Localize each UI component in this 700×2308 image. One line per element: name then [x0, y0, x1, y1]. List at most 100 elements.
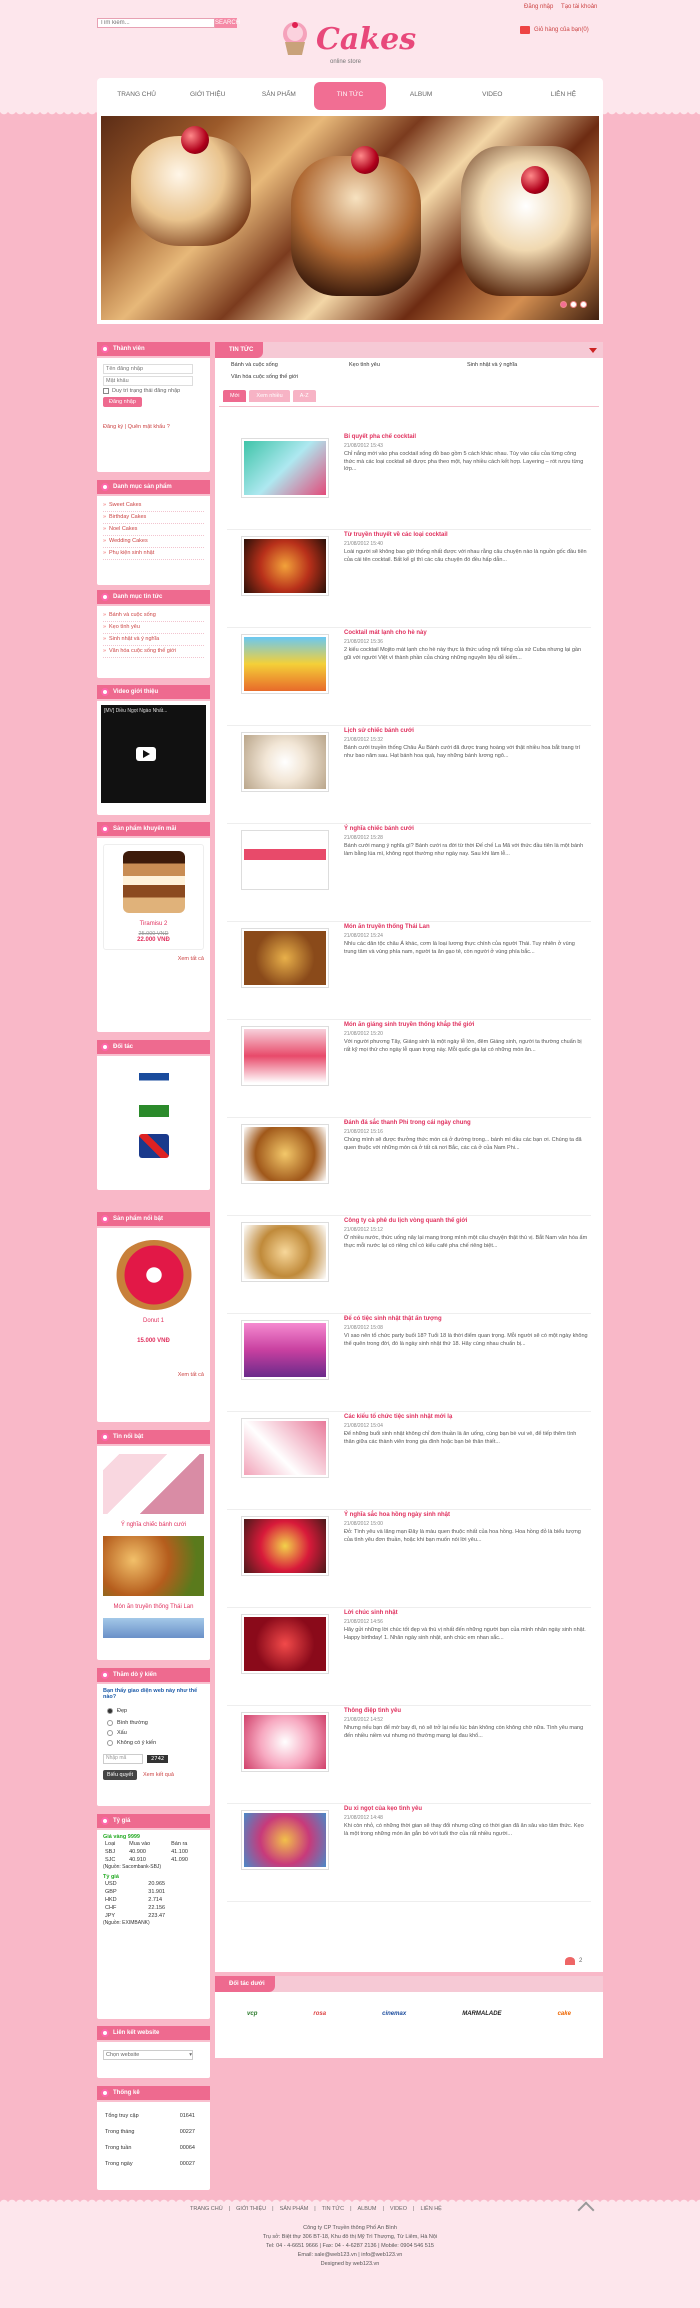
nav-video[interactable]: VIDEO [457, 80, 528, 112]
nav-news[interactable]: TIN TỨC [314, 82, 386, 110]
article-thumbnail[interactable] [241, 928, 329, 988]
captcha-input[interactable]: Nhập mã [103, 1754, 143, 1764]
partner-logo[interactable] [138, 1066, 169, 1090]
article-title[interactable]: Đánh đá sắc thanh Phi trong cái ngày chu… [344, 1120, 471, 1126]
search-button[interactable]: SEARCH [215, 18, 240, 28]
product-name[interactable]: Donut 1 [109, 1318, 198, 1324]
tab-newest[interactable]: Mới [223, 390, 247, 402]
article-thumbnail[interactable] [241, 1222, 329, 1282]
nav-home[interactable]: TRANG CHỦ [101, 80, 172, 112]
nav-about[interactable]: GIỚI THIỆU [172, 80, 243, 112]
news-category-item[interactable]: Văn hóa cuộc sống thế giới [103, 646, 204, 658]
website-select[interactable]: Chọn website ▾ [103, 2050, 193, 2060]
partner-logo[interactable]: cinemax [382, 2006, 406, 2022]
partner-logo[interactable]: vcp [247, 2006, 257, 2022]
news-thumb[interactable] [103, 1536, 204, 1596]
featured-product-card[interactable]: Donut 1 15.000 VNĐ [103, 1234, 204, 1350]
partner-logo[interactable]: cake [558, 2006, 571, 2022]
nav-album[interactable]: ALBUM [386, 80, 457, 112]
article-title[interactable]: Để có tiệc sinh nhật thật ấn tượng [344, 1316, 442, 1322]
footer-link[interactable]: SẢN PHẨM [280, 2206, 309, 2212]
company-email[interactable]: Email: sale@web123.vn | info@web123.vn [0, 2251, 700, 2260]
category-item[interactable]: Sweet Cakes [103, 500, 204, 512]
tab-most-viewed[interactable]: Xem nhiều [249, 390, 290, 402]
article-thumbnail[interactable] [241, 1614, 329, 1674]
username-input[interactable] [103, 364, 193, 374]
article-thumbnail[interactable] [241, 1418, 329, 1478]
article-thumbnail[interactable] [241, 1712, 329, 1772]
news-cat-link[interactable]: Bánh và cuộc sống [231, 362, 349, 368]
collapse-arrow-icon[interactable] [589, 347, 597, 353]
promo-product-card[interactable]: Tiramisu 2 25.000 VNĐ 22.000 VNĐ [103, 844, 204, 950]
nav-contact[interactable]: LIÊN HỆ [528, 80, 599, 112]
footer-link[interactable]: VIDEO [390, 2206, 407, 2212]
article-title[interactable]: Cocktail mát lạnh cho hè này [344, 630, 427, 636]
article-thumbnail[interactable] [241, 1124, 329, 1184]
vote-button[interactable]: Biểu quyết [103, 1770, 137, 1780]
password-input[interactable] [103, 376, 193, 386]
partner-logo[interactable] [138, 1134, 169, 1158]
footer-link[interactable]: GIỚI THIỆU [236, 2206, 266, 2212]
article-title[interactable]: Bí quyết pha chế cocktail [344, 434, 416, 440]
cart-link[interactable]: Giỏ hàng của bạn(0) [520, 26, 589, 34]
login-link[interactable]: Đăng nhập [524, 4, 553, 10]
article-title[interactable]: Từ truyền thuyết về các loại cocktail [344, 532, 448, 538]
poll-option[interactable]: Không có ý kiến [107, 1738, 204, 1748]
footer-link[interactable]: LIÊN HỆ [420, 2206, 441, 2212]
poll-option[interactable]: Xấu [107, 1728, 204, 1738]
site-logo[interactable]: Cakes online store [280, 22, 430, 66]
search-input[interactable] [97, 18, 215, 28]
article-thumbnail[interactable] [241, 438, 329, 498]
page-number[interactable]: 2 [579, 1958, 582, 1964]
news-link[interactable]: Ý nghĩa chiếc bánh cưới [97, 1522, 210, 1528]
article-title[interactable]: Món ăn truyền thống Thái Lan [344, 924, 430, 930]
remember-checkbox[interactable]: Duy trì trạng thái đăng nhập [103, 388, 204, 394]
article-title[interactable]: Lời chúc sinh nhật [344, 1610, 398, 1616]
category-item[interactable]: Noel Cakes [103, 524, 204, 536]
news-link[interactable]: Món ăn truyền thống Thái Lan [97, 1604, 210, 1610]
register-forgot-links[interactable]: Đăng ký | Quên mật khẩu ? [103, 424, 204, 430]
tab-a-z[interactable]: A-Z [292, 390, 316, 402]
partner-logo[interactable]: MARMALADE [462, 2006, 501, 2022]
product-name[interactable]: Tiramisu 2 [110, 921, 197, 927]
article-title[interactable]: Các kiểu tổ chức tiệc sinh nhật mới lạ [344, 1414, 452, 1420]
poll-option[interactable]: Đẹp [107, 1704, 204, 1718]
poll-option[interactable]: Bình thường [107, 1718, 204, 1728]
login-button[interactable]: Đăng nhập [103, 397, 142, 407]
article-title[interactable]: Du xi ngọt của kẹo tình yêu [344, 1806, 422, 1812]
article-thumbnail[interactable] [241, 1026, 329, 1086]
footer-link[interactable]: TIN TỨC [322, 2206, 344, 2212]
category-item[interactable]: Phụ kiện sinh nhật [103, 548, 204, 560]
footer-link[interactable]: TRANG CHỦ [190, 2206, 223, 2212]
footer-link[interactable]: ALBUM [358, 2206, 377, 2212]
article-title[interactable]: Công ty cà phê du lịch vòng quanh thế gi… [344, 1218, 467, 1224]
article-thumbnail[interactable] [241, 1320, 329, 1380]
play-icon[interactable] [136, 747, 156, 761]
news-cat-link[interactable]: Kẹo tình yêu [349, 362, 467, 368]
news-thumb[interactable] [103, 1618, 204, 1638]
news-cat-link[interactable]: Sinh nhật và ý nghĩa [467, 362, 585, 368]
slider-dot[interactable] [570, 301, 577, 308]
article-thumbnail[interactable] [241, 1516, 329, 1576]
partner-logo[interactable]: rosa [313, 2006, 326, 2022]
slider-dot[interactable] [560, 301, 567, 308]
results-link[interactable]: Xem kết quả [143, 1772, 174, 1778]
article-thumbnail[interactable] [241, 830, 329, 890]
partner-logo[interactable] [138, 1100, 169, 1124]
news-cat-link[interactable]: Văn hóa cuộc sống thế giới [231, 374, 349, 380]
news-thumb[interactable] [103, 1454, 204, 1514]
article-thumbnail[interactable] [241, 732, 329, 792]
nav-products[interactable]: SẢN PHẨM [243, 80, 314, 112]
article-title[interactable]: Thông điệp tình yêu [344, 1708, 401, 1714]
slider-dot[interactable] [580, 301, 587, 308]
news-category-item[interactable]: Sinh nhật và ý nghĩa [103, 634, 204, 646]
article-title[interactable]: Lịch sử chiếc bánh cưới [344, 728, 414, 734]
designed-by[interactable]: Designed by web123.vn [0, 2260, 700, 2269]
news-category-item[interactable]: Bánh và cuộc sống [103, 610, 204, 622]
article-title[interactable]: Món ăn giáng sinh truyền thống khắp thế … [344, 1022, 474, 1028]
see-all-link[interactable]: Xem tất cả [97, 1372, 210, 1382]
article-title[interactable]: Ý nghĩa chiếc bánh cưới [344, 826, 414, 832]
article-title[interactable]: Ý nghĩa sắc hoa hồng ngày sinh nhật [344, 1512, 450, 1518]
article-thumbnail[interactable] [241, 634, 329, 694]
register-link[interactable]: Tạo tài khoản [561, 4, 597, 10]
